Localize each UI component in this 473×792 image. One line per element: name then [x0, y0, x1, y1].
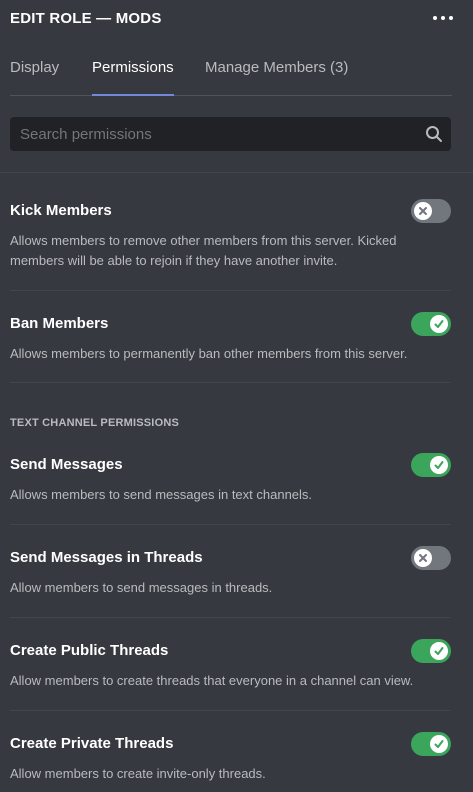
- more-dot-icon: [441, 16, 445, 20]
- toggle-knob: [430, 456, 448, 474]
- toggle-knob: [430, 642, 448, 660]
- x-icon: [419, 207, 427, 215]
- permission-description: Allows members to remove other members f…: [10, 233, 397, 268]
- permission-name: Create Public Threads: [10, 642, 169, 659]
- permission-description: Allow members to send messages in thread…: [10, 580, 273, 595]
- permission-ban-members: Ban Members Allows members to permanentl…: [10, 312, 451, 383]
- page-title: EDIT ROLE — MODS: [10, 10, 162, 27]
- permission-create-private-threads: Create Private Threads Allow members to …: [10, 732, 451, 784]
- check-icon: [434, 740, 444, 748]
- divider: [10, 382, 451, 383]
- permission-name: Kick Members: [10, 202, 112, 219]
- permission-description: Allows members to send messages in text …: [10, 487, 313, 502]
- divider: [10, 710, 451, 711]
- permission-create-public-threads: Create Public Threads Allow members to c…: [10, 639, 451, 711]
- permission-toggle[interactable]: [411, 199, 451, 223]
- x-icon: [419, 554, 427, 562]
- permission-toggle[interactable]: [411, 639, 451, 663]
- header: EDIT ROLE — MODS: [0, 0, 473, 38]
- permission-name: Send Messages: [10, 456, 123, 473]
- check-icon: [434, 647, 444, 655]
- search-bar: [10, 117, 451, 151]
- tab-manage-members[interactable]: Manage Members (3): [205, 59, 348, 76]
- divider: [0, 172, 473, 173]
- section-header: TEXT CHANNEL PERMISSIONS: [10, 417, 180, 429]
- search-icon[interactable]: [425, 125, 443, 143]
- permission-name: Send Messages in Threads: [10, 549, 203, 566]
- permission-description: Allows members to permanently ban other …: [10, 346, 408, 361]
- permission-toggle[interactable]: [411, 312, 451, 336]
- more-dot-icon: [449, 16, 453, 20]
- permission-send-messages: Send Messages Allows members to send mes…: [10, 453, 451, 525]
- permission-toggle[interactable]: [411, 732, 451, 756]
- permission-toggle[interactable]: [411, 453, 451, 477]
- permission-name: Create Private Threads: [10, 735, 174, 752]
- permission-description: Allow members to create threads that eve…: [10, 673, 414, 688]
- active-tab-indicator: [92, 94, 174, 96]
- divider: [10, 617, 451, 618]
- more-dot-icon: [433, 16, 437, 20]
- more-options-button[interactable]: [433, 16, 453, 20]
- check-icon: [434, 461, 444, 469]
- toggle-knob: [430, 735, 448, 753]
- tab-bar: Display Permissions Manage Members (3): [10, 38, 452, 96]
- divider: [10, 524, 451, 525]
- toggle-knob: [414, 202, 432, 220]
- tab-permissions[interactable]: Permissions: [92, 59, 174, 76]
- toggle-knob: [414, 549, 432, 567]
- toggle-knob: [430, 315, 448, 333]
- permission-name: Ban Members: [10, 315, 109, 332]
- check-icon: [434, 320, 444, 328]
- permission-send-messages-in-threads: Send Messages in Threads Allow members t…: [10, 546, 451, 618]
- divider: [10, 290, 451, 291]
- search-input[interactable]: [10, 117, 430, 151]
- permission-kick-members: Kick Members Allows members to remove ot…: [10, 199, 451, 291]
- permission-description: Allow members to create invite-only thre…: [10, 766, 266, 781]
- tab-display[interactable]: Display: [10, 59, 59, 76]
- permission-toggle[interactable]: [411, 546, 451, 570]
